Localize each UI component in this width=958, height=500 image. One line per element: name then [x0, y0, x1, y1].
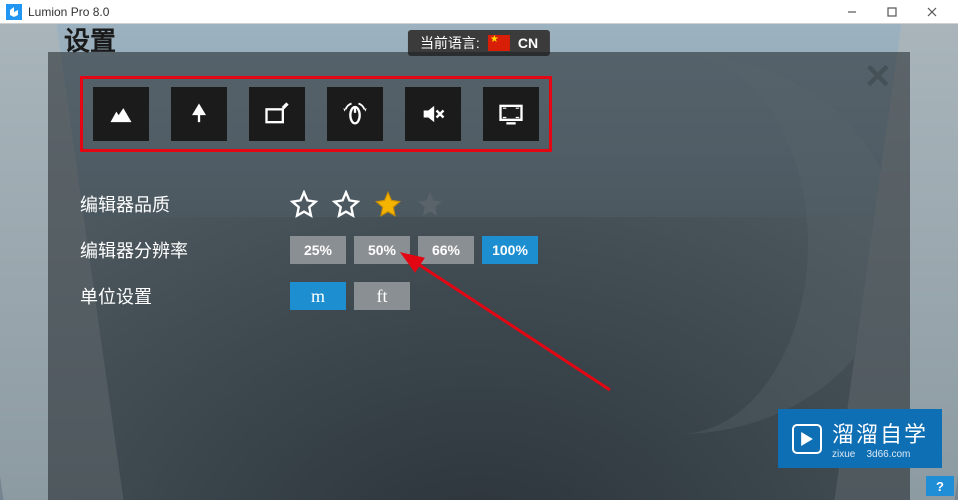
- tab-nature[interactable]: [171, 87, 227, 141]
- play-icon: [792, 424, 822, 454]
- maximize-button[interactable]: [872, 0, 912, 24]
- annotation-highlight-box: [80, 76, 552, 152]
- watermark-sub-left: zixue: [832, 449, 855, 460]
- mountain-icon: [107, 100, 135, 128]
- quality-star-2[interactable]: [332, 190, 360, 218]
- resolution-66[interactable]: 66%: [418, 236, 474, 264]
- language-code: CN: [518, 35, 538, 51]
- editor-resolution-row: 编辑器分辨率 25% 50% 66% 100%: [80, 236, 878, 264]
- tab-navigation[interactable]: [327, 87, 383, 141]
- window-titlebar: Lumion Pro 8.0: [0, 0, 958, 24]
- units-label: 单位设置: [80, 283, 290, 309]
- window-title: Lumion Pro 8.0: [28, 5, 109, 19]
- flag-icon: [488, 35, 510, 51]
- mute-icon: [419, 100, 447, 128]
- units-row: 单位设置 m ft: [80, 282, 878, 310]
- quality-star-4[interactable]: [416, 190, 444, 218]
- resolution-50[interactable]: 50%: [354, 236, 410, 264]
- tablet-pen-icon: [263, 100, 291, 128]
- tab-audio[interactable]: [405, 87, 461, 141]
- tab-landscape[interactable]: [93, 87, 149, 141]
- resolution-100[interactable]: 100%: [482, 236, 538, 264]
- quality-star-3[interactable]: [374, 190, 402, 218]
- tab-display[interactable]: [483, 87, 539, 141]
- settings-tab-row: [93, 87, 539, 141]
- tab-tablet[interactable]: [249, 87, 305, 141]
- units-options: m ft: [290, 282, 410, 310]
- editor-quality-label: 编辑器品质: [80, 191, 290, 217]
- help-button[interactable]: ?: [926, 476, 954, 496]
- monitor-icon: [497, 100, 525, 128]
- watermark-brand: 溜溜自学: [832, 422, 928, 447]
- editor-resolution-label: 编辑器分辨率: [80, 237, 290, 263]
- close-panel-button[interactable]: ✕: [864, 60, 893, 94]
- unit-meters[interactable]: m: [290, 282, 346, 310]
- close-window-button[interactable]: [912, 0, 952, 24]
- minimize-button[interactable]: [832, 0, 872, 24]
- editor-quality-row: 编辑器品质: [80, 190, 878, 218]
- resolution-options: 25% 50% 66% 100%: [290, 236, 538, 264]
- app-icon: [6, 4, 22, 20]
- resolution-25[interactable]: 25%: [290, 236, 346, 264]
- watermark-sub-right: 3d66.com: [866, 449, 910, 460]
- language-prefix: 当前语言:: [420, 33, 480, 53]
- quality-stars: [290, 190, 444, 218]
- mouse-rotate-icon: [341, 100, 369, 128]
- tree-icon: [185, 100, 213, 128]
- watermark-badge: 溜溜自学 zixue 3d66.com: [778, 409, 942, 468]
- unit-feet[interactable]: ft: [354, 282, 410, 310]
- quality-star-1[interactable]: [290, 190, 318, 218]
